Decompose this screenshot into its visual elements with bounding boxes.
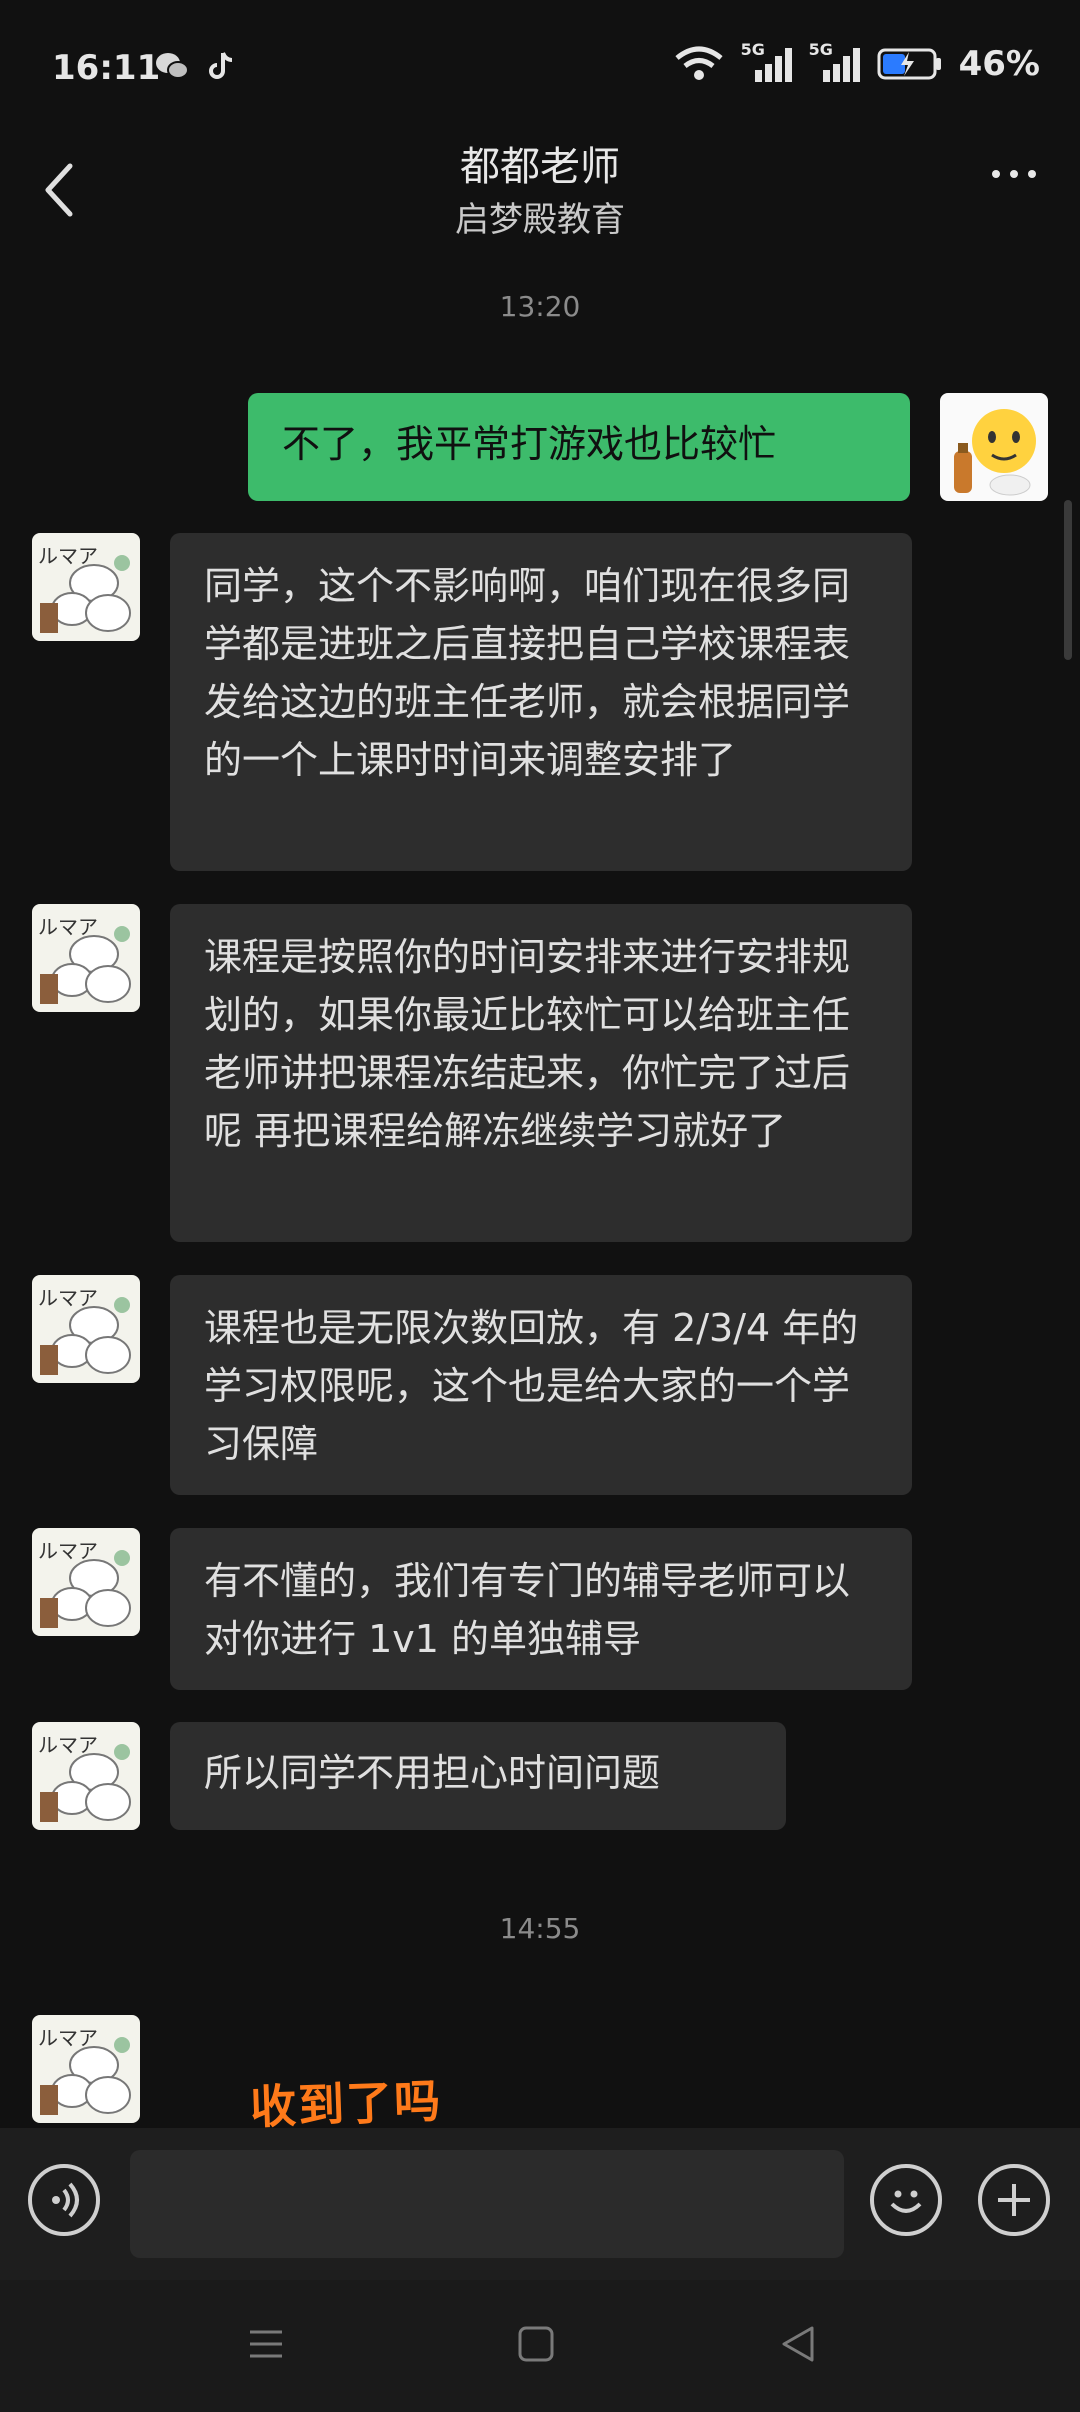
status-bar: 16:11 5G 5G 46% (0, 0, 1080, 140)
emoji-button[interactable] (870, 2164, 942, 2236)
home-icon[interactable] (514, 2322, 558, 2366)
message-input[interactable] (130, 2150, 844, 2258)
emoji-avatar-icon (954, 409, 1036, 496)
sender-avatar[interactable]: ルマア (32, 2015, 140, 2123)
chat-title: 都都老师 (460, 144, 620, 190)
status-time: 16:11 (52, 48, 161, 88)
more-functions-button[interactable] (978, 2164, 1050, 2236)
chat-header: 都都老师 启梦殿教育 (0, 120, 1080, 250)
battery-charging-icon (877, 48, 941, 80)
sender-avatar[interactable]: ルマア (32, 1528, 140, 1636)
wifi-icon (675, 46, 723, 80)
self-avatar[interactable] (940, 393, 1048, 501)
tiktok-icon (209, 52, 233, 79)
sender-avatar[interactable]: ルマア (32, 1722, 140, 1830)
sender-avatar[interactable]: ルマア (32, 533, 140, 641)
signal-1-icon: 5G (741, 40, 793, 84)
back-nav-icon[interactable] (776, 2322, 820, 2366)
signal-2-icon: 5G (809, 40, 861, 84)
message-bubble-incoming[interactable]: 所以同学不用担心时间问题 (170, 1722, 786, 1830)
chat-subtitle: 启梦殿教育 (455, 200, 625, 240)
menu-icon[interactable] (244, 2322, 288, 2366)
message-bubble-incoming[interactable]: 同学，这个不影响啊，咱们现在很多同学都是进班之后直接把自己学校课程表发给这边的班… (170, 533, 912, 871)
wechat-icon (156, 53, 189, 79)
input-bar (0, 2128, 1080, 2280)
system-nav-bar (0, 2280, 1080, 2412)
timestamp: 14:55 (499, 1912, 581, 1945)
sender-avatar[interactable]: ルマア (32, 1275, 140, 1383)
scrollbar[interactable] (1064, 500, 1072, 660)
plus-icon (998, 2184, 1030, 2216)
message-bubble-incoming[interactable]: 课程是按照你的时间安排来进行安排规划的，如果你最近比较忙可以给班主任老师讲把课程… (170, 904, 912, 1242)
message-bubble-outgoing[interactable]: 不了，我平常打游戏也比较忙 (248, 393, 910, 501)
voice-input-button[interactable] (28, 2164, 100, 2236)
voice-icon (52, 2182, 79, 2218)
sticker-message[interactable]: 收到了吗 (249, 2065, 443, 2138)
sender-avatar[interactable]: ルマア (32, 904, 140, 1012)
message-bubble-incoming[interactable]: 课程也是无限次数回放，有 2/3/4 年的学习权限呢，这个也是给大家的一个学习保… (170, 1275, 912, 1495)
timestamp: 13:20 (499, 290, 581, 323)
message-bubble-incoming[interactable]: 有不懂的，我们有专门的辅导老师可以对你进行 1v1 的单独辅导 (170, 1528, 912, 1690)
battery-percent: 46% (958, 44, 1040, 84)
smiley-icon (890, 2190, 922, 2213)
more-options-icon[interactable] (992, 170, 1036, 178)
